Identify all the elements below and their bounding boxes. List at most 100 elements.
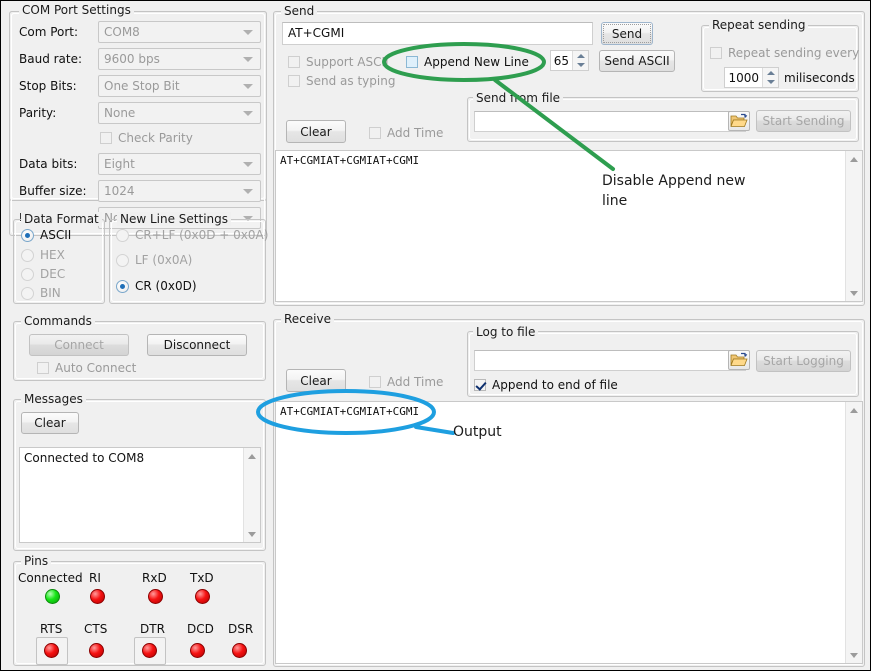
data-format-option-label: HEX (40, 248, 65, 262)
new-line-option-label: CR (0x0D) (135, 279, 197, 293)
checkbox-box (710, 47, 722, 59)
spinner-up-icon[interactable] (763, 68, 778, 78)
data-format-option-dec[interactable]: DEC (21, 267, 65, 281)
send-as-typing-label: Send as typing (306, 74, 395, 88)
pin-led-dcd (190, 643, 205, 658)
send-title: Send (281, 4, 317, 18)
send-from-file-title: Send from file (473, 91, 563, 105)
radio-dot (116, 229, 129, 242)
radio-dot (21, 249, 34, 262)
data-format-option-ascii[interactable]: ASCII (21, 228, 71, 242)
repeat-sending-checkbox[interactable]: Repeat sending every (710, 46, 859, 60)
receive-title: Receive (281, 312, 334, 326)
new-line-option-crlf[interactable]: CR+LF (0x0D + 0x0A) (116, 228, 268, 242)
pin-led-dtr[interactable] (142, 643, 157, 658)
checkbox-box (474, 379, 486, 391)
repeat-interval-value: 1000 (725, 71, 762, 85)
append-to-end-label: Append to end of file (492, 378, 618, 392)
pin-label-dtr: DTR (140, 622, 165, 636)
radio-dot (21, 287, 34, 300)
radio-dot (21, 229, 34, 242)
new-line-settings-title: New Line Settings (117, 212, 231, 226)
ascii-code-spinner[interactable]: 65 (550, 50, 589, 71)
pin-led-rts[interactable] (44, 643, 59, 658)
serial-terminal-window: COM Port Settings Com Port: COM8 Baud ra… (0, 0, 871, 671)
messages-scrollbar[interactable] (243, 448, 260, 542)
checkbox-box (288, 56, 300, 68)
send-transcript-area[interactable]: AT+CGMIAT+CGMIAT+CGMI (275, 150, 863, 302)
auto-connect-label: Auto Connect (55, 361, 136, 375)
receive-transcript-area[interactable]: AT+CGMIAT+CGMIAT+CGMI (275, 401, 863, 664)
data-format-title: Data Format (21, 212, 102, 226)
radio-dot (21, 268, 34, 281)
send-as-typing-checkbox[interactable]: Send as typing (288, 74, 395, 88)
new-line-option-label: CR+LF (0x0D + 0x0A) (135, 228, 268, 242)
send-transcript-scrollbar[interactable] (845, 151, 862, 301)
scroll-down-icon[interactable] (846, 285, 862, 301)
connect-button[interactable]: Connect (29, 334, 129, 356)
send-add-time-checkbox[interactable]: Add Time (369, 126, 443, 140)
pin-label-dcd: DCD (187, 622, 214, 636)
spinner-down-icon[interactable] (763, 78, 778, 88)
send-ascii-button[interactable]: Send ASCII (599, 50, 675, 72)
messages-log-area[interactable]: Connected to COM8 (19, 447, 261, 543)
data-format-option-hex[interactable]: HEX (21, 248, 65, 262)
ascii-code-value: 65 (551, 54, 572, 68)
spinner-arrows[interactable] (762, 68, 778, 87)
pin-led-dsr (232, 643, 247, 658)
commands-title: Commands (21, 314, 95, 328)
receive-add-time-checkbox[interactable]: Add Time (369, 375, 443, 389)
scroll-up-icon[interactable] (244, 448, 260, 464)
pin-label-rts: RTS (40, 622, 62, 636)
folder-open-icon (729, 351, 749, 369)
receive-transcript-scrollbar[interactable] (845, 402, 862, 663)
spinner-up-icon[interactable] (573, 51, 588, 61)
support-ascii-checkbox[interactable]: Support ASCII (288, 55, 389, 69)
log-to-file-path-input[interactable] (474, 350, 746, 371)
repeat-units-label: miliseconds (784, 71, 855, 85)
pins-title: Pins (21, 554, 51, 568)
send-add-time-label: Add Time (387, 126, 443, 140)
repeat-sending-title: Repeat sending (709, 18, 808, 32)
spinner-arrows[interactable] (572, 51, 588, 70)
browse-log-folder-button[interactable] (728, 350, 750, 370)
receive-clear-button[interactable]: Clear (286, 369, 346, 392)
pin-label-connected: Connected (18, 571, 83, 585)
start-logging-button[interactable]: Start Logging (756, 350, 851, 372)
append-new-line-checkbox[interactable]: Append New Line (406, 55, 529, 69)
send-button[interactable]: Send (601, 22, 653, 45)
scroll-up-icon[interactable] (846, 151, 862, 167)
repeat-interval-spinner[interactable]: 1000 (724, 67, 779, 88)
disconnect-button[interactable]: Disconnect (147, 334, 247, 356)
new-line-option-cr[interactable]: CR (0x0D) (116, 279, 197, 293)
receive-add-time-label: Add Time (387, 375, 443, 389)
annotation-text-disable-append-new-line: Disable Append new line (602, 171, 772, 211)
spinner-down-icon[interactable] (573, 61, 588, 71)
new-line-option-lf[interactable]: LF (0x0A) (116, 253, 192, 267)
repeat-sending-label: Repeat sending every (728, 46, 859, 60)
send-input[interactable]: AT+CGMI (282, 22, 593, 45)
checkbox-box (369, 376, 381, 388)
scroll-up-icon[interactable] (846, 402, 862, 418)
messages-clear-button[interactable]: Clear (21, 412, 79, 434)
checkbox-box (406, 56, 418, 68)
support-ascii-label: Support ASCII (306, 55, 389, 69)
pin-label-rxd: RxD (142, 571, 167, 585)
send-from-file-path-input[interactable] (474, 111, 746, 132)
data-format-option-bin[interactable]: BIN (21, 286, 61, 300)
pin-led-txd (195, 589, 210, 604)
scroll-down-icon[interactable] (846, 647, 862, 663)
radio-dot (116, 254, 129, 267)
append-to-end-of-file-checkbox[interactable]: Append to end of file (474, 378, 618, 392)
checkbox-box (288, 75, 300, 87)
data-format-option-label: BIN (40, 286, 61, 300)
start-sending-button[interactable]: Start Sending (756, 110, 851, 132)
annotation-text-output: Output (453, 422, 502, 442)
scroll-down-icon[interactable] (244, 526, 260, 542)
checkbox-box (369, 127, 381, 139)
auto-connect-checkbox[interactable]: Auto Connect (37, 361, 136, 375)
browse-folder-button[interactable] (728, 111, 750, 131)
com-port-settings-frame (9, 11, 267, 236)
append-new-line-label: Append New Line (424, 55, 529, 69)
send-clear-button[interactable]: Clear (286, 120, 346, 143)
